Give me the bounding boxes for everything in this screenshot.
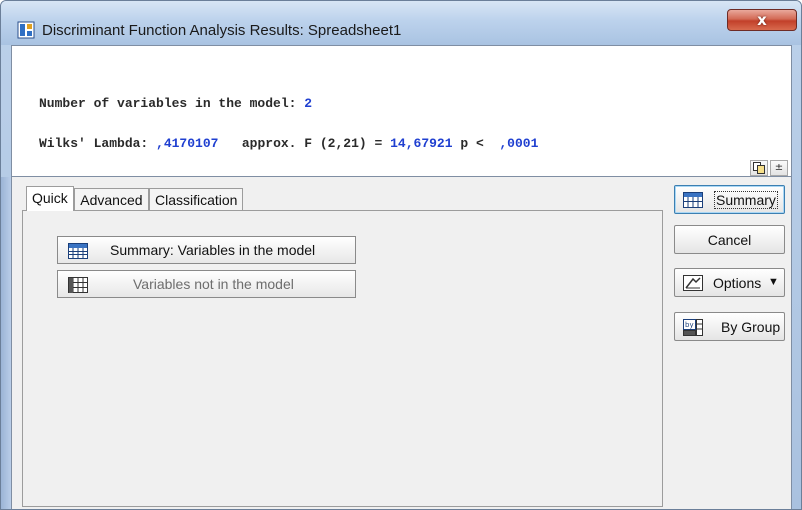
title-bar[interactable]: Discriminant Function Analysis Results: … — [1, 1, 801, 45]
app-icon — [17, 21, 35, 39]
summary-variables-in-model-button[interactable]: Summary: Variables in the model — [57, 236, 356, 264]
f-value: 14,67921 — [390, 136, 453, 151]
cancel-button-label: Cancel — [707, 232, 752, 248]
approx-f-label: approx. F (2,21) = — [241, 136, 383, 151]
plus-minus-icon: ± — [774, 162, 784, 173]
grid-table-icon — [68, 277, 88, 293]
tab-strip: Quick Advanced Classification — [26, 186, 244, 211]
p-label: p < — [460, 136, 484, 151]
expand-results-button[interactable]: ± — [770, 160, 788, 176]
dialog-body: Quick Advanced Classification Summary: V… — [11, 177, 792, 509]
options-icon — [683, 275, 703, 291]
options-button-label: Options — [713, 275, 762, 291]
svg-text:by: by — [685, 321, 694, 329]
results-output-panel: Number of variables in the model: 2 Wilk… — [11, 45, 792, 177]
tab-advanced[interactable]: Advanced — [74, 188, 149, 211]
summary-variables-label: Summary: Variables in the model — [110, 242, 316, 258]
variables-count-value: 2 — [304, 96, 313, 111]
wilks-lambda-line: Wilks' Lambda: ,4170107 approx. F (2,21)… — [39, 136, 538, 151]
close-button[interactable]: x — [727, 9, 797, 31]
close-icon: x — [757, 11, 767, 29]
variables-not-in-model-button[interactable]: Variables not in the model — [57, 270, 356, 298]
summary-button[interactable]: Summary — [674, 185, 785, 214]
variables-count-label: Number of variables in the model: — [39, 96, 297, 111]
copy-results-button[interactable] — [750, 160, 768, 176]
window-left-border — [1, 177, 11, 509]
summary-button-label: Summary — [714, 191, 778, 209]
by-group-button[interactable]: by By Group — [674, 312, 785, 341]
tab-classification[interactable]: Classification — [148, 188, 244, 211]
variables-not-in-model-label: Variables not in the model — [133, 276, 294, 292]
quick-tab-page: Summary: Variables in the model Variable… — [22, 210, 663, 507]
summary-table-icon — [683, 192, 703, 208]
cancel-button[interactable]: Cancel — [674, 225, 785, 254]
summary-table-icon — [68, 243, 88, 259]
wilks-lambda-value: ,4170107 — [156, 136, 219, 151]
wilks-lambda-label: Wilks' Lambda: — [39, 136, 149, 151]
by-group-button-label: By Group — [721, 319, 781, 335]
p-value: ,0001 — [499, 136, 539, 151]
window-title: Discriminant Function Analysis Results: … — [42, 22, 402, 39]
variables-count-line: Number of variables in the model: 2 — [39, 96, 312, 111]
copy-icon — [753, 162, 765, 174]
by-group-icon: by — [683, 319, 703, 336]
tab-quick[interactable]: Quick — [26, 186, 74, 211]
options-button[interactable]: Options ▼ — [674, 268, 785, 297]
results-window: Discriminant Function Analysis Results: … — [0, 0, 802, 510]
chevron-down-icon: ▼ — [768, 276, 779, 288]
